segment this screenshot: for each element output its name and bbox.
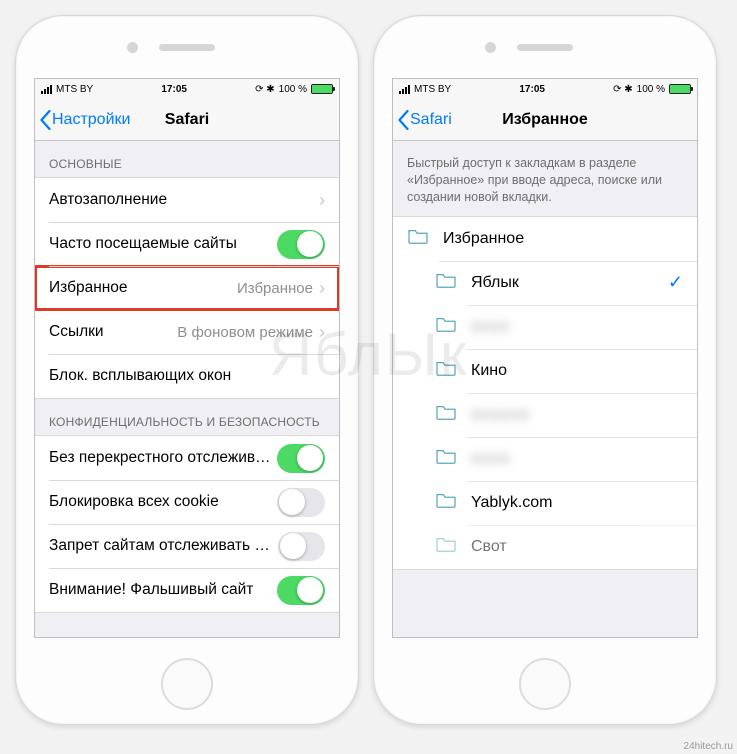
settings-content: ОСНОВНЫЕ Автозаполнение › Часто посещаем…: [35, 141, 339, 637]
toggle[interactable]: [277, 230, 325, 259]
row-value: Избранное: [237, 280, 319, 297]
clock: 17:05: [519, 84, 545, 95]
row-deny-track[interactable]: Запрет сайтам отслеживать м…: [35, 524, 339, 568]
toggle[interactable]: [278, 532, 325, 561]
bluetooth-icon: ⟳ ✱: [255, 84, 275, 95]
folder-icon: [435, 403, 457, 426]
folder-name-blurred: xxxx: [471, 450, 683, 468]
folder-list: Избранное Яблык ✓ xxxx Кино: [393, 216, 697, 570]
row-label: Часто посещаемые сайты: [49, 235, 237, 253]
group-header-main: ОСНОВНЫЕ: [35, 141, 339, 177]
folder-icon: [435, 491, 457, 514]
nav-bar: Safari Избранное: [393, 99, 697, 141]
camera-dot: [127, 42, 138, 53]
row-favorites[interactable]: Избранное Избранное ›: [35, 266, 339, 310]
folder-name-blurred: xxxxxx: [471, 406, 683, 424]
row-fraud-warning[interactable]: Внимание! Фальшивый сайт: [35, 568, 339, 612]
carrier-label: MTS BY: [414, 84, 451, 95]
row-label: Блокировка всех cookie: [49, 493, 219, 511]
back-button[interactable]: Safari: [393, 110, 452, 130]
toggle[interactable]: [277, 444, 325, 473]
nav-bar: Настройки Safari: [35, 99, 339, 141]
home-button[interactable]: [519, 658, 571, 710]
row-label: Запрет сайтам отслеживать м…: [49, 537, 278, 555]
battery-text: 100 %: [279, 84, 307, 95]
checkmark-icon: ✓: [668, 272, 683, 293]
folder-icon: [435, 447, 457, 470]
row-block-popups[interactable]: Блок. всплывающих окон: [35, 354, 339, 398]
signal-icon: [399, 85, 410, 94]
back-label: Настройки: [52, 111, 130, 129]
chevron-right-icon: ›: [319, 190, 325, 211]
folder-item[interactable]: Свот: [393, 525, 697, 569]
signal-icon: [41, 85, 52, 94]
row-label: Ссылки: [49, 323, 104, 341]
folder-item[interactable]: Яблык ✓: [393, 261, 697, 305]
phone-right: MTS BY 17:05 ⟳ ✱ 100 % Safari Избранное …: [373, 15, 717, 725]
group-main: Автозаполнение › Часто посещаемые сайты …: [35, 177, 339, 399]
bluetooth-icon: ⟳ ✱: [613, 84, 633, 95]
chevron-left-icon: [397, 110, 410, 130]
folder-name: Кино: [471, 362, 683, 380]
row-value: В фоновом режиме: [177, 324, 319, 341]
folder-root[interactable]: Избранное: [393, 217, 697, 261]
row-links[interactable]: Ссылки В фоновом режиме ›: [35, 310, 339, 354]
row-cross-tracking[interactable]: Без перекрестного отслежива…: [35, 436, 339, 480]
row-label: Автозаполнение: [49, 191, 167, 209]
home-button[interactable]: [161, 658, 213, 710]
phone-left: MTS BY 17:05 ⟳ ✱ 100 % Настройки Safari …: [15, 15, 359, 725]
folder-item[interactable]: xxxx: [393, 437, 697, 481]
battery-icon: [311, 84, 333, 94]
folder-item[interactable]: xxxx: [393, 305, 697, 349]
battery-text: 100 %: [637, 84, 665, 95]
row-label: Избранное: [49, 279, 128, 297]
folder-name-blurred: xxxx: [471, 318, 683, 336]
carrier-label: MTS BY: [56, 84, 93, 95]
screen-right: MTS BY 17:05 ⟳ ✱ 100 % Safari Избранное …: [392, 78, 698, 638]
back-button[interactable]: Настройки: [35, 110, 130, 130]
status-bar: MTS BY 17:05 ⟳ ✱ 100 %: [393, 79, 697, 99]
camera-dot: [485, 42, 496, 53]
folder-icon: [407, 227, 429, 250]
group-header-privacy: КОНФИДЕНЦИАЛЬНОСТЬ И БЕЗОПАСНОСТЬ: [35, 399, 339, 435]
row-block-cookies[interactable]: Блокировка всех cookie: [35, 480, 339, 524]
folder-name: Yablyk.com: [471, 494, 683, 512]
toggle[interactable]: [277, 488, 325, 517]
folder-item[interactable]: xxxxxx: [393, 393, 697, 437]
toggle[interactable]: [277, 576, 325, 605]
speaker-slot: [159, 44, 215, 51]
row-frequent-sites[interactable]: Часто посещаемые сайты: [35, 222, 339, 266]
chevron-right-icon: ›: [319, 278, 325, 299]
folder-name: Яблык: [471, 274, 668, 292]
clock: 17:05: [161, 84, 187, 95]
row-label: Без перекрестного отслежива…: [49, 449, 277, 467]
description-text: Быстрый доступ к закладкам в разделе «Из…: [393, 141, 697, 216]
row-autofill[interactable]: Автозаполнение ›: [35, 178, 339, 222]
battery-icon: [669, 84, 691, 94]
folder-icon: [435, 315, 457, 338]
favorites-content: Быстрый доступ к закладкам в разделе «Из…: [393, 141, 697, 637]
row-label: Блок. всплывающих окон: [49, 367, 231, 385]
folder-name: Избранное: [443, 230, 683, 248]
folder-name: Свот: [471, 538, 683, 556]
back-label: Safari: [410, 111, 452, 129]
folder-icon: [435, 271, 457, 294]
row-label: Внимание! Фальшивый сайт: [49, 581, 253, 599]
folder-item[interactable]: Кино: [393, 349, 697, 393]
folder-icon: [435, 359, 457, 382]
status-bar: MTS BY 17:05 ⟳ ✱ 100 %: [35, 79, 339, 99]
folder-item[interactable]: Yablyk.com: [393, 481, 697, 525]
screen-left: MTS BY 17:05 ⟳ ✱ 100 % Настройки Safari …: [34, 78, 340, 638]
folder-icon: [435, 535, 457, 558]
chevron-left-icon: [39, 110, 52, 130]
speaker-slot: [517, 44, 573, 51]
credit-text: 24hitech.ru: [684, 741, 733, 752]
group-privacy: Без перекрестного отслежива… Блокировка …: [35, 435, 339, 613]
chevron-right-icon: ›: [319, 322, 325, 343]
